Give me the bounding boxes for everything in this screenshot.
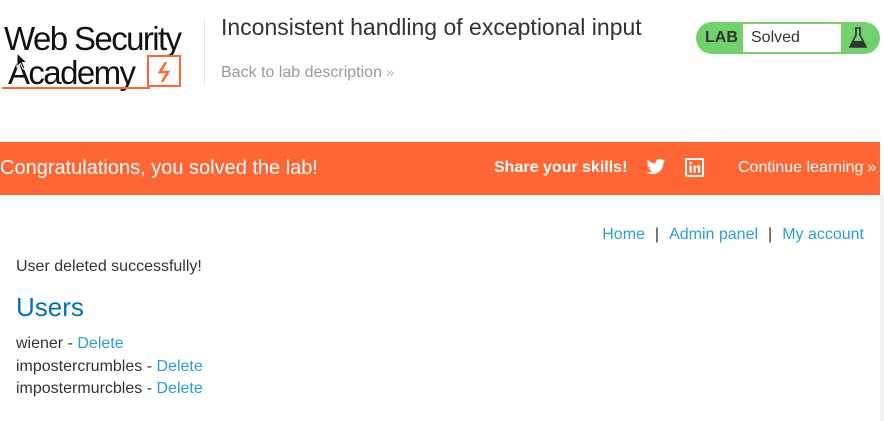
user-separator: - <box>142 380 157 397</box>
flask-icon <box>848 27 868 48</box>
nav-home-link[interactable]: Home <box>602 226 645 243</box>
username: wiener <box>16 335 64 352</box>
username: impostercrumbles <box>16 358 143 375</box>
mouse-cursor-icon <box>16 52 28 70</box>
congratulations-message: Congratulations, you solved the lab! <box>0 157 318 179</box>
congratulations-banner: Congratulations, you solved the lab! Sha… <box>0 142 880 195</box>
status-box: Solved <box>743 24 841 52</box>
back-to-lab-description-link[interactable]: Back to lab description» <box>221 64 394 82</box>
share-label: Share your skills! <box>494 159 628 176</box>
user-row: impostermurcbles - Delete <box>16 380 203 398</box>
users-heading: Users <box>16 292 84 322</box>
nav-admin-panel-link[interactable]: Admin panel <box>669 226 758 243</box>
page-scroll-edge <box>880 195 884 421</box>
lab-status-widget: LAB Solved <box>696 22 880 54</box>
top-navigation: Home | Admin panel | My account <box>602 226 864 244</box>
delete-user-link[interactable]: Delete <box>156 380 202 397</box>
nav-my-account-link[interactable]: My account <box>782 226 864 243</box>
double-chevron-right-icon: » <box>867 159 877 176</box>
logo-bracket-graphic <box>2 55 181 89</box>
back-link-label: Back to lab description <box>221 64 382 81</box>
user-separator: - <box>142 358 157 375</box>
lab-badge: LAB <box>705 29 738 46</box>
user-row: wiener - Delete <box>16 335 124 353</box>
nav-separator: | <box>654 226 660 243</box>
user-row: impostercrumbles - Delete <box>16 358 203 376</box>
nav-separator: | <box>768 226 773 243</box>
continue-learning-link[interactable]: Continue learning» <box>738 159 876 177</box>
twitter-icon[interactable] <box>646 158 666 176</box>
status-message: User deleted successfully! <box>16 258 202 275</box>
lab-status-text: Solved <box>751 29 800 46</box>
double-chevron-right-icon: » <box>385 64 395 81</box>
continue-learning-label: Continue learning <box>738 159 864 176</box>
user-separator: - <box>63 335 78 352</box>
lab-title: Inconsistent handling of exceptional inp… <box>221 14 642 40</box>
page-header: Web Security Academy Inconsistent handli… <box>0 0 884 142</box>
delete-user-link[interactable]: Delete <box>77 335 123 352</box>
username: impostermurcbles <box>16 380 143 397</box>
header-divider <box>204 20 205 84</box>
linkedin-icon[interactable] <box>685 158 704 177</box>
delete-user-link[interactable]: Delete <box>156 358 202 375</box>
web-security-academy-logo[interactable]: Web Security Academy <box>0 18 205 94</box>
